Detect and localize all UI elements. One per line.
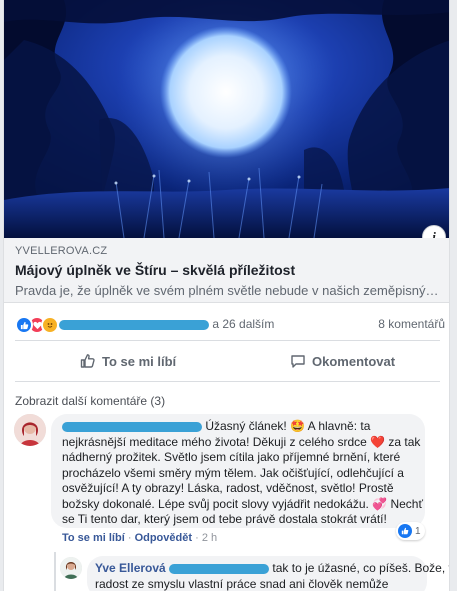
avatar[interactable] bbox=[60, 557, 82, 579]
comment-like-badge[interactable]: 1 bbox=[396, 522, 425, 540]
reply-thread-line bbox=[54, 552, 56, 591]
full-moon-night-image bbox=[4, 0, 449, 238]
link-preview-image[interactable] bbox=[4, 0, 449, 238]
reaction-names[interactable]: a 26 dalším bbox=[59, 317, 274, 331]
comment-like-count: 1 bbox=[415, 525, 421, 537]
reply-text: Yve Ellerová tak to je úžasné, co píšeš.… bbox=[95, 561, 449, 591]
comment-line: nejkrásnější meditace mého života! Děkuj… bbox=[62, 434, 421, 449]
reply-line: radost ze smyslu vlastní práce snad ani … bbox=[95, 576, 389, 591]
reaction-names-end: a 26 dalším bbox=[212, 317, 275, 331]
redacted-names bbox=[59, 319, 209, 330]
comment-line: nádherný prožitek. Světlo jsem cítila ja… bbox=[62, 450, 401, 464]
comment-line: osvěžující! A ty obrazy! Láska, radost, … bbox=[62, 481, 394, 495]
comment-button-label: Okomentovat bbox=[312, 353, 396, 369]
separator: · bbox=[195, 532, 202, 544]
comment-text: Úžasný článek! 🤩 A hlavně: ta nejkrásněj… bbox=[62, 419, 423, 528]
like-reaction-icon bbox=[398, 524, 412, 538]
divider bbox=[15, 381, 440, 382]
link-title[interactable]: Májový úplněk ve Štíru – skvělá příležit… bbox=[15, 262, 295, 278]
comment-line: božsky dokonalé. Lépe svůj pocit slovy v… bbox=[62, 496, 423, 511]
avatar[interactable] bbox=[14, 414, 46, 446]
like-button-label: To se mi líbí bbox=[102, 353, 177, 369]
separator: · bbox=[127, 532, 135, 544]
comment-bubble-icon bbox=[290, 353, 306, 369]
comment-line: se Ti tento dar, který jsem od tebe práv… bbox=[62, 512, 387, 526]
reply-author[interactable]: Yve Ellerová bbox=[95, 561, 166, 575]
redacted-mention[interactable] bbox=[169, 563, 270, 574]
comment-button[interactable]: Okomentovat bbox=[290, 348, 395, 374]
like-reaction-icon bbox=[15, 316, 33, 334]
link-domain: YVELLEROVA.CZ bbox=[15, 245, 108, 257]
comment-like-link[interactable]: To se mi líbí bbox=[62, 532, 125, 544]
comment-timestamp[interactable]: 2 h bbox=[202, 532, 217, 544]
reply-line: tak to je úžasné, co píšeš. Bože, větší bbox=[272, 561, 449, 575]
comment-reply-link[interactable]: Odpovědět bbox=[135, 532, 192, 544]
comment-count[interactable]: 8 komentářů bbox=[378, 317, 445, 331]
like-button[interactable]: To se mi líbí bbox=[80, 348, 176, 374]
post-card: i YVELLEROVA.CZ Májový úplněk ve Štíru –… bbox=[3, 0, 450, 591]
link-description: Pravda je, že úplněk ve svém plném světl… bbox=[15, 283, 443, 298]
comment-line: Úžasný článek! 🤩 A hlavně: ta bbox=[205, 419, 371, 433]
redacted-author[interactable] bbox=[62, 421, 202, 432]
comment-actions: To se mi líbí · Odpovědět · 2 h bbox=[62, 532, 217, 544]
reactions-summary: a 26 dalším 8 komentářů bbox=[15, 316, 445, 334]
divider bbox=[15, 340, 440, 341]
thumb-up-icon bbox=[80, 353, 96, 369]
comment-line: procházelo všemi směry mým tělem. Jak oč… bbox=[62, 465, 404, 480]
view-more-comments-link[interactable]: Zobrazit další komentáře (3) bbox=[15, 394, 165, 408]
care-reaction-icon bbox=[41, 316, 59, 334]
